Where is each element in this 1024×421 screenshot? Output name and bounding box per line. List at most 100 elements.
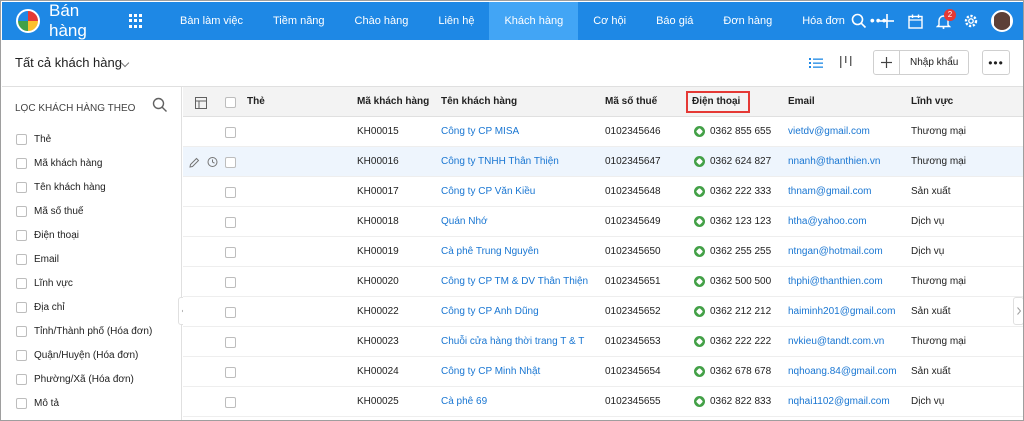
filter-checkbox[interactable] bbox=[16, 301, 27, 313]
phone-call-icon[interactable] bbox=[694, 336, 705, 347]
phone-call-icon[interactable] bbox=[694, 276, 705, 287]
cell-name[interactable]: Công ty CP Anh Dũng bbox=[441, 306, 539, 317]
phone-call-icon[interactable] bbox=[694, 186, 705, 197]
filter-item[interactable]: Tỉnh/Thành phố (Hóa đơn) bbox=[16, 319, 152, 343]
cell-name[interactable]: Công ty CP TM & DV Thân Thiện bbox=[441, 276, 588, 287]
filter-checkbox[interactable] bbox=[16, 133, 27, 145]
filter-item[interactable]: Email bbox=[16, 247, 152, 271]
row-checkbox[interactable] bbox=[225, 277, 236, 288]
table-row[interactable]: KH00018 Quán Nhớ 0102345649 0362 123 123 hth… bbox=[183, 207, 1023, 237]
table-row[interactable]: KH00016 Công ty TNHH Thân Thiện 0102345647… bbox=[183, 147, 1023, 177]
phone-call-icon[interactable] bbox=[694, 396, 705, 407]
table-row[interactable]: KH00024 Công ty CP Minh Nhật 0102345654 036… bbox=[183, 357, 1023, 387]
column-header-code[interactable]: Mã khách hàng bbox=[357, 96, 429, 107]
column-header-name[interactable]: Tên khách hàng bbox=[441, 96, 517, 107]
cell-email[interactable]: nqhoang.84@gmail.com bbox=[788, 366, 897, 377]
import-button[interactable]: Nhập khẩu bbox=[873, 50, 969, 75]
filter-checkbox[interactable] bbox=[16, 229, 27, 241]
filter-item[interactable]: Địa chỉ bbox=[16, 295, 152, 319]
more-options-button[interactable]: ••• bbox=[982, 50, 1010, 75]
column-header-email[interactable]: Email bbox=[788, 96, 815, 107]
cell-email[interactable]: ntngan@hotmail.com bbox=[788, 246, 883, 257]
filter-item[interactable]: Phường/Xã (Hóa đơn) bbox=[16, 367, 152, 391]
phone-call-icon[interactable] bbox=[694, 366, 705, 377]
nav-item-2[interactable]: Chào hàng bbox=[340, 2, 424, 40]
table-row[interactable]: KH00025 Cà phê 69 0102345655 0362 822 833 nq… bbox=[183, 387, 1023, 417]
filter-checkbox[interactable] bbox=[16, 277, 27, 289]
cell-email[interactable]: haiminh201@gmail.com bbox=[788, 306, 895, 317]
kanban-view-icon[interactable] bbox=[838, 54, 854, 70]
filter-item[interactable]: Lĩnh vực bbox=[16, 271, 152, 295]
filter-checkbox[interactable] bbox=[16, 205, 27, 217]
view-title[interactable]: Tất cả khách hàng bbox=[15, 55, 122, 70]
phone-call-icon[interactable] bbox=[694, 216, 705, 227]
table-row[interactable]: KH00020 Công ty CP TM & DV Thân Thiện 0102… bbox=[183, 267, 1023, 297]
row-checkbox[interactable] bbox=[225, 187, 236, 198]
list-view-icon[interactable] bbox=[808, 55, 824, 71]
cell-email[interactable]: vietdv@gmail.com bbox=[788, 126, 870, 137]
nav-item-7[interactable]: Đơn hàng bbox=[708, 2, 787, 40]
filter-item[interactable]: Quận/Huyện (Hóa đơn) bbox=[16, 343, 152, 367]
app-logo[interactable] bbox=[16, 9, 40, 33]
column-header-tax[interactable]: Mã số thuế bbox=[605, 96, 657, 107]
row-checkbox[interactable] bbox=[225, 217, 236, 228]
nav-item-6[interactable]: Báo giá bbox=[641, 2, 708, 40]
edit-pencil-icon[interactable] bbox=[189, 155, 200, 173]
nav-item-4[interactable]: Khách hàng bbox=[489, 2, 579, 40]
filter-item[interactable]: Tên khách hàng bbox=[16, 175, 152, 199]
phone-call-icon[interactable] bbox=[694, 306, 705, 317]
table-row[interactable]: KH00017 Công ty CP Văn Kiều 0102345648 0362… bbox=[183, 177, 1023, 207]
filter-checkbox[interactable] bbox=[16, 181, 27, 193]
column-header-tag[interactable]: Thẻ bbox=[247, 96, 265, 107]
cell-email[interactable]: nvkieu@tandt.com.vn bbox=[788, 336, 884, 347]
select-all-checkbox[interactable] bbox=[225, 97, 236, 108]
search-icon[interactable] bbox=[845, 2, 873, 40]
row-checkbox[interactable] bbox=[225, 157, 236, 168]
cell-email[interactable]: thphi@thanthien.com bbox=[788, 276, 883, 287]
nav-item-5[interactable]: Cơ hội bbox=[578, 2, 641, 40]
phone-call-icon[interactable] bbox=[694, 246, 705, 257]
filter-item[interactable]: Chủ sở hữu bbox=[16, 415, 152, 420]
cell-name[interactable]: Công ty CP MISA bbox=[441, 126, 519, 137]
nav-item-0[interactable]: Bàn làm việc bbox=[165, 2, 258, 40]
user-avatar[interactable] bbox=[991, 10, 1013, 32]
calendar-icon[interactable] bbox=[901, 2, 929, 40]
cell-email[interactable]: nnanh@thanthien.vn bbox=[788, 156, 880, 167]
cell-name[interactable]: Chuỗi cửa hàng thời trang T & T bbox=[441, 336, 584, 347]
table-row[interactable]: KH00019 Cà phê Trung Nguyên 0102345650 0362… bbox=[183, 237, 1023, 267]
filter-item[interactable]: Điện thoại bbox=[16, 223, 152, 247]
collapse-right-panel-handle[interactable] bbox=[1013, 297, 1023, 325]
row-checkbox[interactable] bbox=[225, 127, 236, 138]
filter-item[interactable]: Thẻ bbox=[16, 127, 152, 151]
filter-checkbox[interactable] bbox=[16, 349, 27, 361]
row-checkbox[interactable] bbox=[225, 367, 236, 378]
cell-name[interactable]: Công ty CP Văn Kiều bbox=[441, 186, 535, 197]
notification-bell-icon[interactable]: 2 bbox=[929, 2, 957, 40]
cell-name[interactable]: Quán Nhớ bbox=[441, 216, 488, 227]
row-checkbox[interactable] bbox=[225, 397, 236, 408]
filter-item[interactable]: Mã số thuế bbox=[16, 199, 152, 223]
app-grid-icon[interactable] bbox=[129, 14, 143, 28]
row-checkbox[interactable] bbox=[225, 307, 236, 318]
filter-checkbox[interactable] bbox=[16, 253, 27, 265]
filter-item[interactable]: Mô tả bbox=[16, 391, 152, 415]
row-checkbox[interactable] bbox=[225, 337, 236, 348]
filter-checkbox[interactable] bbox=[16, 325, 27, 337]
history-icon[interactable] bbox=[206, 155, 218, 173]
cell-email[interactable]: htha@yahoo.com bbox=[788, 216, 867, 227]
add-icon[interactable] bbox=[873, 2, 901, 40]
filter-item[interactable]: Mã khách hàng bbox=[16, 151, 152, 175]
phone-call-icon[interactable] bbox=[694, 126, 705, 137]
cell-email[interactable]: nqhai1102@gmail.com bbox=[788, 396, 890, 407]
phone-call-icon[interactable] bbox=[694, 156, 705, 167]
filter-checkbox[interactable] bbox=[16, 373, 27, 385]
table-row[interactable]: KH00015 Công ty CP MISA 0102345646 0362 855… bbox=[183, 117, 1023, 147]
column-header-phone[interactable]: Điện thoại bbox=[692, 96, 740, 107]
cell-name[interactable]: Công ty CP Minh Nhật bbox=[441, 366, 540, 377]
filter-checkbox[interactable] bbox=[16, 397, 27, 409]
nav-item-3[interactable]: Liên hệ bbox=[423, 2, 489, 40]
cell-email[interactable]: thnam@gmail.com bbox=[788, 186, 872, 197]
column-settings-icon[interactable] bbox=[195, 96, 207, 114]
cell-name[interactable]: Cà phê Trung Nguyên bbox=[441, 246, 539, 257]
column-header-field[interactable]: Lĩnh vực bbox=[911, 96, 953, 107]
